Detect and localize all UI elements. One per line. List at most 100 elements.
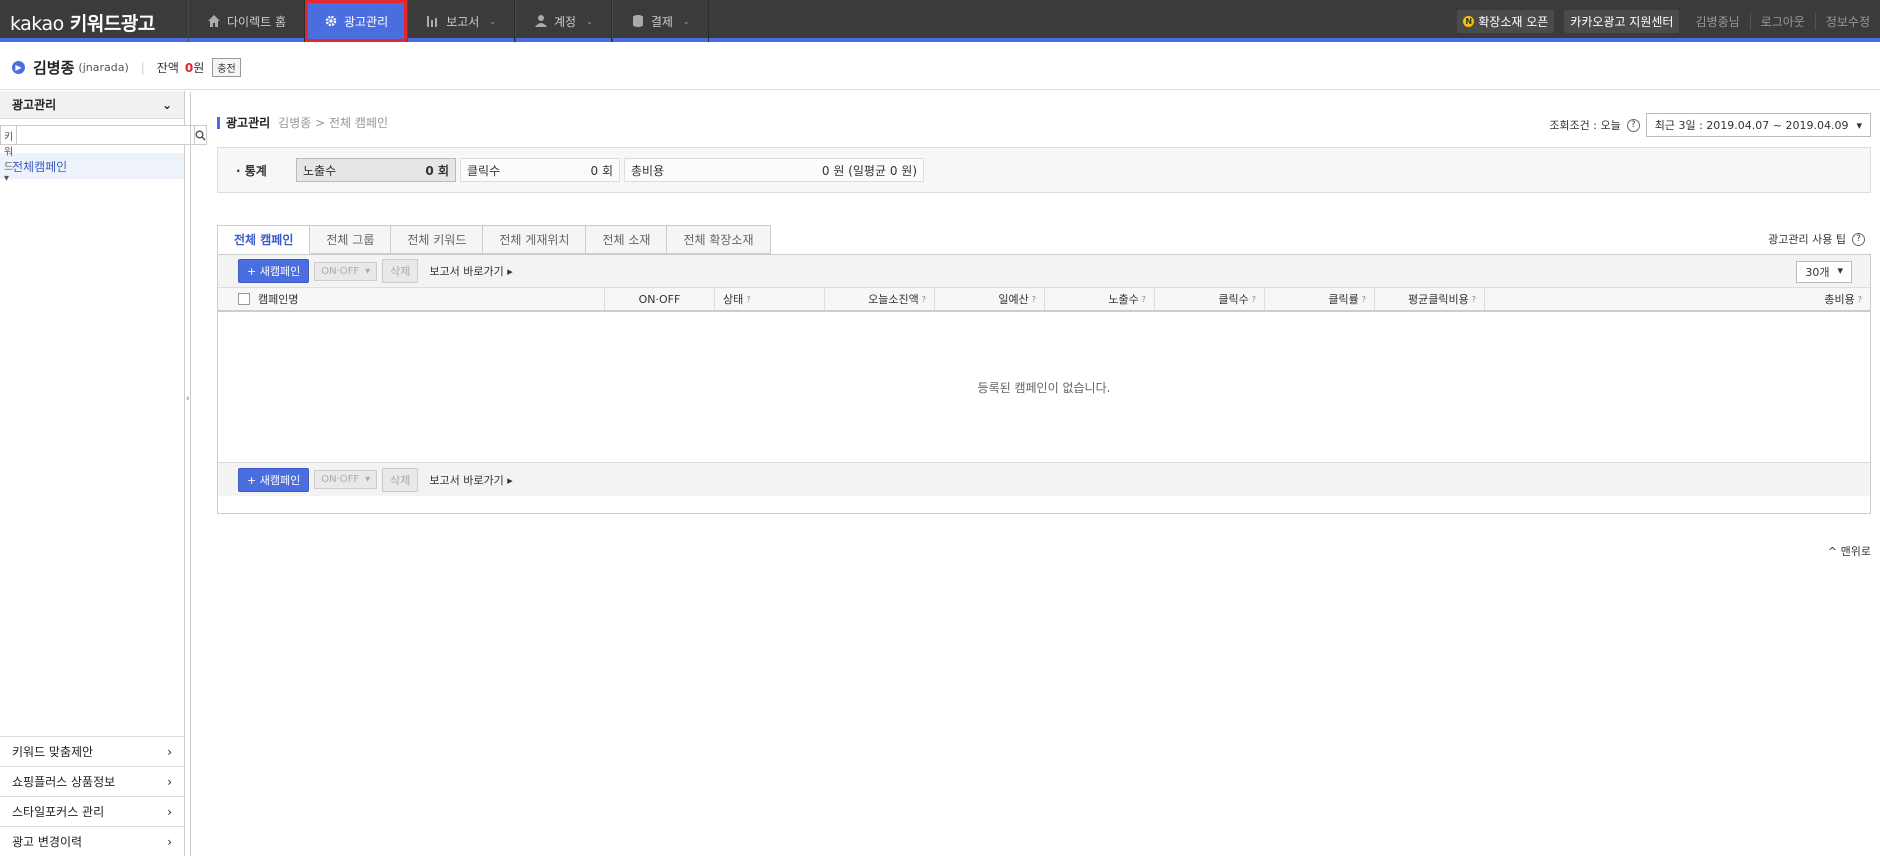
search-button[interactable] xyxy=(195,125,208,145)
table-toolbar-top: + 새캠페인 ON·OFF ▾ 삭제 보고서 바로가기 ▸ 30개 ▾ xyxy=(218,255,1870,288)
col-onoff: ON·OFF xyxy=(605,288,715,310)
tab-all-placements[interactable]: 전체 게재위치 xyxy=(483,225,587,254)
menu-account[interactable]: 계정 ⌄ xyxy=(515,0,612,42)
tab-all-keywords[interactable]: 전체 키워드 xyxy=(391,225,484,254)
sidebar-search: 키워드 ▾ xyxy=(0,125,208,184)
new-campaign-button[interactable]: + 새캠페인 xyxy=(238,467,310,492)
chevron-right-icon: › xyxy=(167,744,172,759)
table-toolbar-bottom: + 새캠페인 ON·OFF ▾ 삭제 보고서 바로가기 ▸ xyxy=(218,462,1870,496)
menu-direct-home[interactable]: 다이렉트 홈 xyxy=(188,0,306,42)
stat-impressions[interactable]: 노출수 0 회 xyxy=(296,158,456,182)
tab-all-groups[interactable]: 전체 그룹 xyxy=(310,225,392,254)
chevron-right-icon: › xyxy=(167,774,172,789)
dropdown-arrow-icon: ▾ xyxy=(1856,118,1862,132)
help-icon: ? xyxy=(1031,294,1036,304)
logo[interactable]: kakao 키워드광고 xyxy=(10,9,155,36)
sidebar-item-all-campaigns[interactable]: 전체캠페인 xyxy=(0,153,184,179)
stat-total-cost[interactable]: 총비용 0 원 (일평균 0 원) xyxy=(624,158,924,182)
logout-link[interactable]: 로그아웃 xyxy=(1749,13,1815,30)
col-daily-budget[interactable]: 일예산? xyxy=(935,288,1045,310)
query-condition: 조회조건 : 오늘 ? 최근 3일 : 2019.04.07 ~ 2019.04… xyxy=(1549,113,1871,137)
help-icon: ? xyxy=(1361,294,1366,304)
sidebar-bottom-menu: 키워드 맞춤제안 › 쇼핑플러스 상품정보 › 스타일포커스 관리 › 광고 변경이력… xyxy=(0,736,184,856)
sidebar-header[interactable]: 광고관리 ⌄ xyxy=(0,91,184,119)
onoff-button[interactable]: ON·OFF ▾ xyxy=(314,470,378,489)
usage-tip[interactable]: 광고관리 사용 팁 ? xyxy=(1768,231,1871,247)
menu-payment[interactable]: 결제 ⌄ xyxy=(611,0,709,42)
report-shortcut-link[interactable]: 보고서 바로가기 ▸ xyxy=(429,263,512,279)
stat-clicks[interactable]: 클릭수 0 회 xyxy=(460,158,620,182)
dropdown-arrow-icon: ▾ xyxy=(365,474,371,485)
collapse-arrow-icon[interactable]: ‹ xyxy=(186,394,190,404)
table-header: 캠페인명 ON·OFF 상태? 오늘소진액? 일예산? 노출수? 클릭수? 클릭… xyxy=(218,288,1870,312)
balance-unit: 원 xyxy=(193,61,205,75)
col-campaign-name: 캠페인명 xyxy=(218,288,605,310)
chevron-down-icon: ⌄ xyxy=(489,16,497,26)
new-badge: N xyxy=(1463,16,1475,27)
select-all-checkbox[interactable] xyxy=(238,293,250,305)
help-icon: ? xyxy=(1251,294,1256,304)
help-icon: ? xyxy=(1857,294,1862,304)
edit-info-link[interactable]: 정보수정 xyxy=(1814,13,1880,30)
onoff-button[interactable]: ON·OFF ▾ xyxy=(314,261,378,281)
per-page-select[interactable]: 30개 ▾ xyxy=(1796,261,1852,283)
campaign-panel: + 새캠페인 ON·OFF ▾ 삭제 보고서 바로가기 ▸ 30개 ▾ 캠페인명 O… xyxy=(217,254,1871,514)
top-navigation: kakao 키워드광고 다이렉트 홈 광고관리 보고서 ⌄ 계정 ⌄ 결제 ⌄ N 확… xyxy=(0,0,1880,42)
extension-open-button[interactable]: N 확장소재 오픈 xyxy=(1457,10,1555,33)
tab-all-creatives[interactable]: 전체 소재 xyxy=(586,225,668,254)
dropdown-arrow-icon: ▾ xyxy=(365,265,371,277)
tab-all-campaigns[interactable]: 전체 캠페인 xyxy=(217,225,311,254)
main-menu: 다이렉트 홈 광고관리 보고서 ⌄ 계정 ⌄ 결제 ⌄ xyxy=(188,0,709,42)
support-center-button[interactable]: 카카오광고 지원센터 xyxy=(1564,10,1680,33)
col-impressions[interactable]: 노출수? xyxy=(1045,288,1155,310)
bar-chart-icon xyxy=(427,16,438,27)
page-title: 광고관리 xyxy=(226,116,271,130)
sidebar-item-shopping-plus[interactable]: 쇼핑플러스 상품정보 › xyxy=(0,766,184,796)
account-id: (jnarada) xyxy=(78,61,129,74)
report-shortcut-link[interactable]: 보고서 바로가기 ▸ xyxy=(429,472,512,488)
chevron-right-icon: › xyxy=(167,804,172,819)
help-icon: ? xyxy=(1852,232,1865,246)
col-clicks[interactable]: 클릭수? xyxy=(1155,288,1265,310)
help-icon: ? xyxy=(1471,294,1476,304)
user-name: 김병종님 xyxy=(1695,15,1740,29)
to-top-link[interactable]: ^ 맨위로 xyxy=(1828,543,1871,559)
tab-all-extensions[interactable]: 전체 확장소재 xyxy=(667,225,771,254)
sidebar-collapse-handle[interactable] xyxy=(185,92,191,856)
user-icon xyxy=(535,15,548,27)
menu-ad-management[interactable]: 광고관리 xyxy=(305,0,408,42)
col-ctr[interactable]: 클릭률? xyxy=(1265,288,1375,310)
account-name: 김병종 xyxy=(33,59,75,77)
help-icon: ? xyxy=(746,294,751,304)
arrow-right-icon[interactable]: ▶ xyxy=(12,61,25,74)
charge-button[interactable]: 충전 xyxy=(212,58,241,77)
breadcrumb: 광고관리 김병종 > 전체 캠페인 xyxy=(217,114,388,131)
delete-button[interactable]: 삭제 xyxy=(382,467,419,492)
chevron-down-icon: ⌄ xyxy=(682,16,690,26)
tab-bar: 전체 캠페인 전체 그룹 전체 키워드 전체 게재위치 전체 소재 전체 확장소… xyxy=(217,225,771,254)
search-icon xyxy=(195,130,206,141)
help-icon[interactable]: ? xyxy=(1626,118,1640,132)
date-range-select[interactable]: 최근 3일 : 2019.04.07 ~ 2019.04.09 ▾ xyxy=(1645,113,1871,137)
col-status[interactable]: 상태? xyxy=(715,288,825,310)
gear-icon xyxy=(325,15,337,27)
empty-message: 등록된 캠페인이 없습니다. xyxy=(977,380,1111,395)
search-type-select[interactable]: 키워드 ▾ xyxy=(0,125,18,184)
account-bar: ▶ 김병종 (jnarada) | 잔액 0 원 충전 xyxy=(0,46,1880,90)
chevron-down-icon: ⌄ xyxy=(161,97,172,112)
col-today-spend[interactable]: 오늘소진액? xyxy=(825,288,935,310)
new-campaign-button[interactable]: + 새캠페인 xyxy=(238,259,310,283)
col-avg-cpc[interactable]: 평균클릭비용? xyxy=(1375,288,1485,310)
delete-button[interactable]: 삭제 xyxy=(382,259,419,283)
stats-bar: · 통계 노출수 0 회 클릭수 0 회 총비용 0 원 (일평균 0 원) xyxy=(217,147,1871,193)
search-input[interactable] xyxy=(17,125,196,145)
sidebar-item-change-history[interactable]: 광고 변경이력 › xyxy=(0,826,184,856)
sidebar: 광고관리 ⌄ 키워드 ▾ 전체캠페인 키워드 맞춤제안 › 쇼핑플러스 상품정보 ›… xyxy=(0,91,208,856)
help-icon: ? xyxy=(921,294,926,304)
breadcrumb-path: 김병종 > 전체 캠페인 xyxy=(278,116,388,130)
sidebar-item-keyword-suggestion[interactable]: 키워드 맞춤제안 › xyxy=(0,736,184,766)
divider: | xyxy=(140,60,145,75)
menu-report[interactable]: 보고서 ⌄ xyxy=(407,0,516,42)
col-total-cost[interactable]: 총비용? xyxy=(1485,288,1870,310)
sidebar-item-style-focus[interactable]: 스타일포커스 관리 › xyxy=(0,796,184,826)
